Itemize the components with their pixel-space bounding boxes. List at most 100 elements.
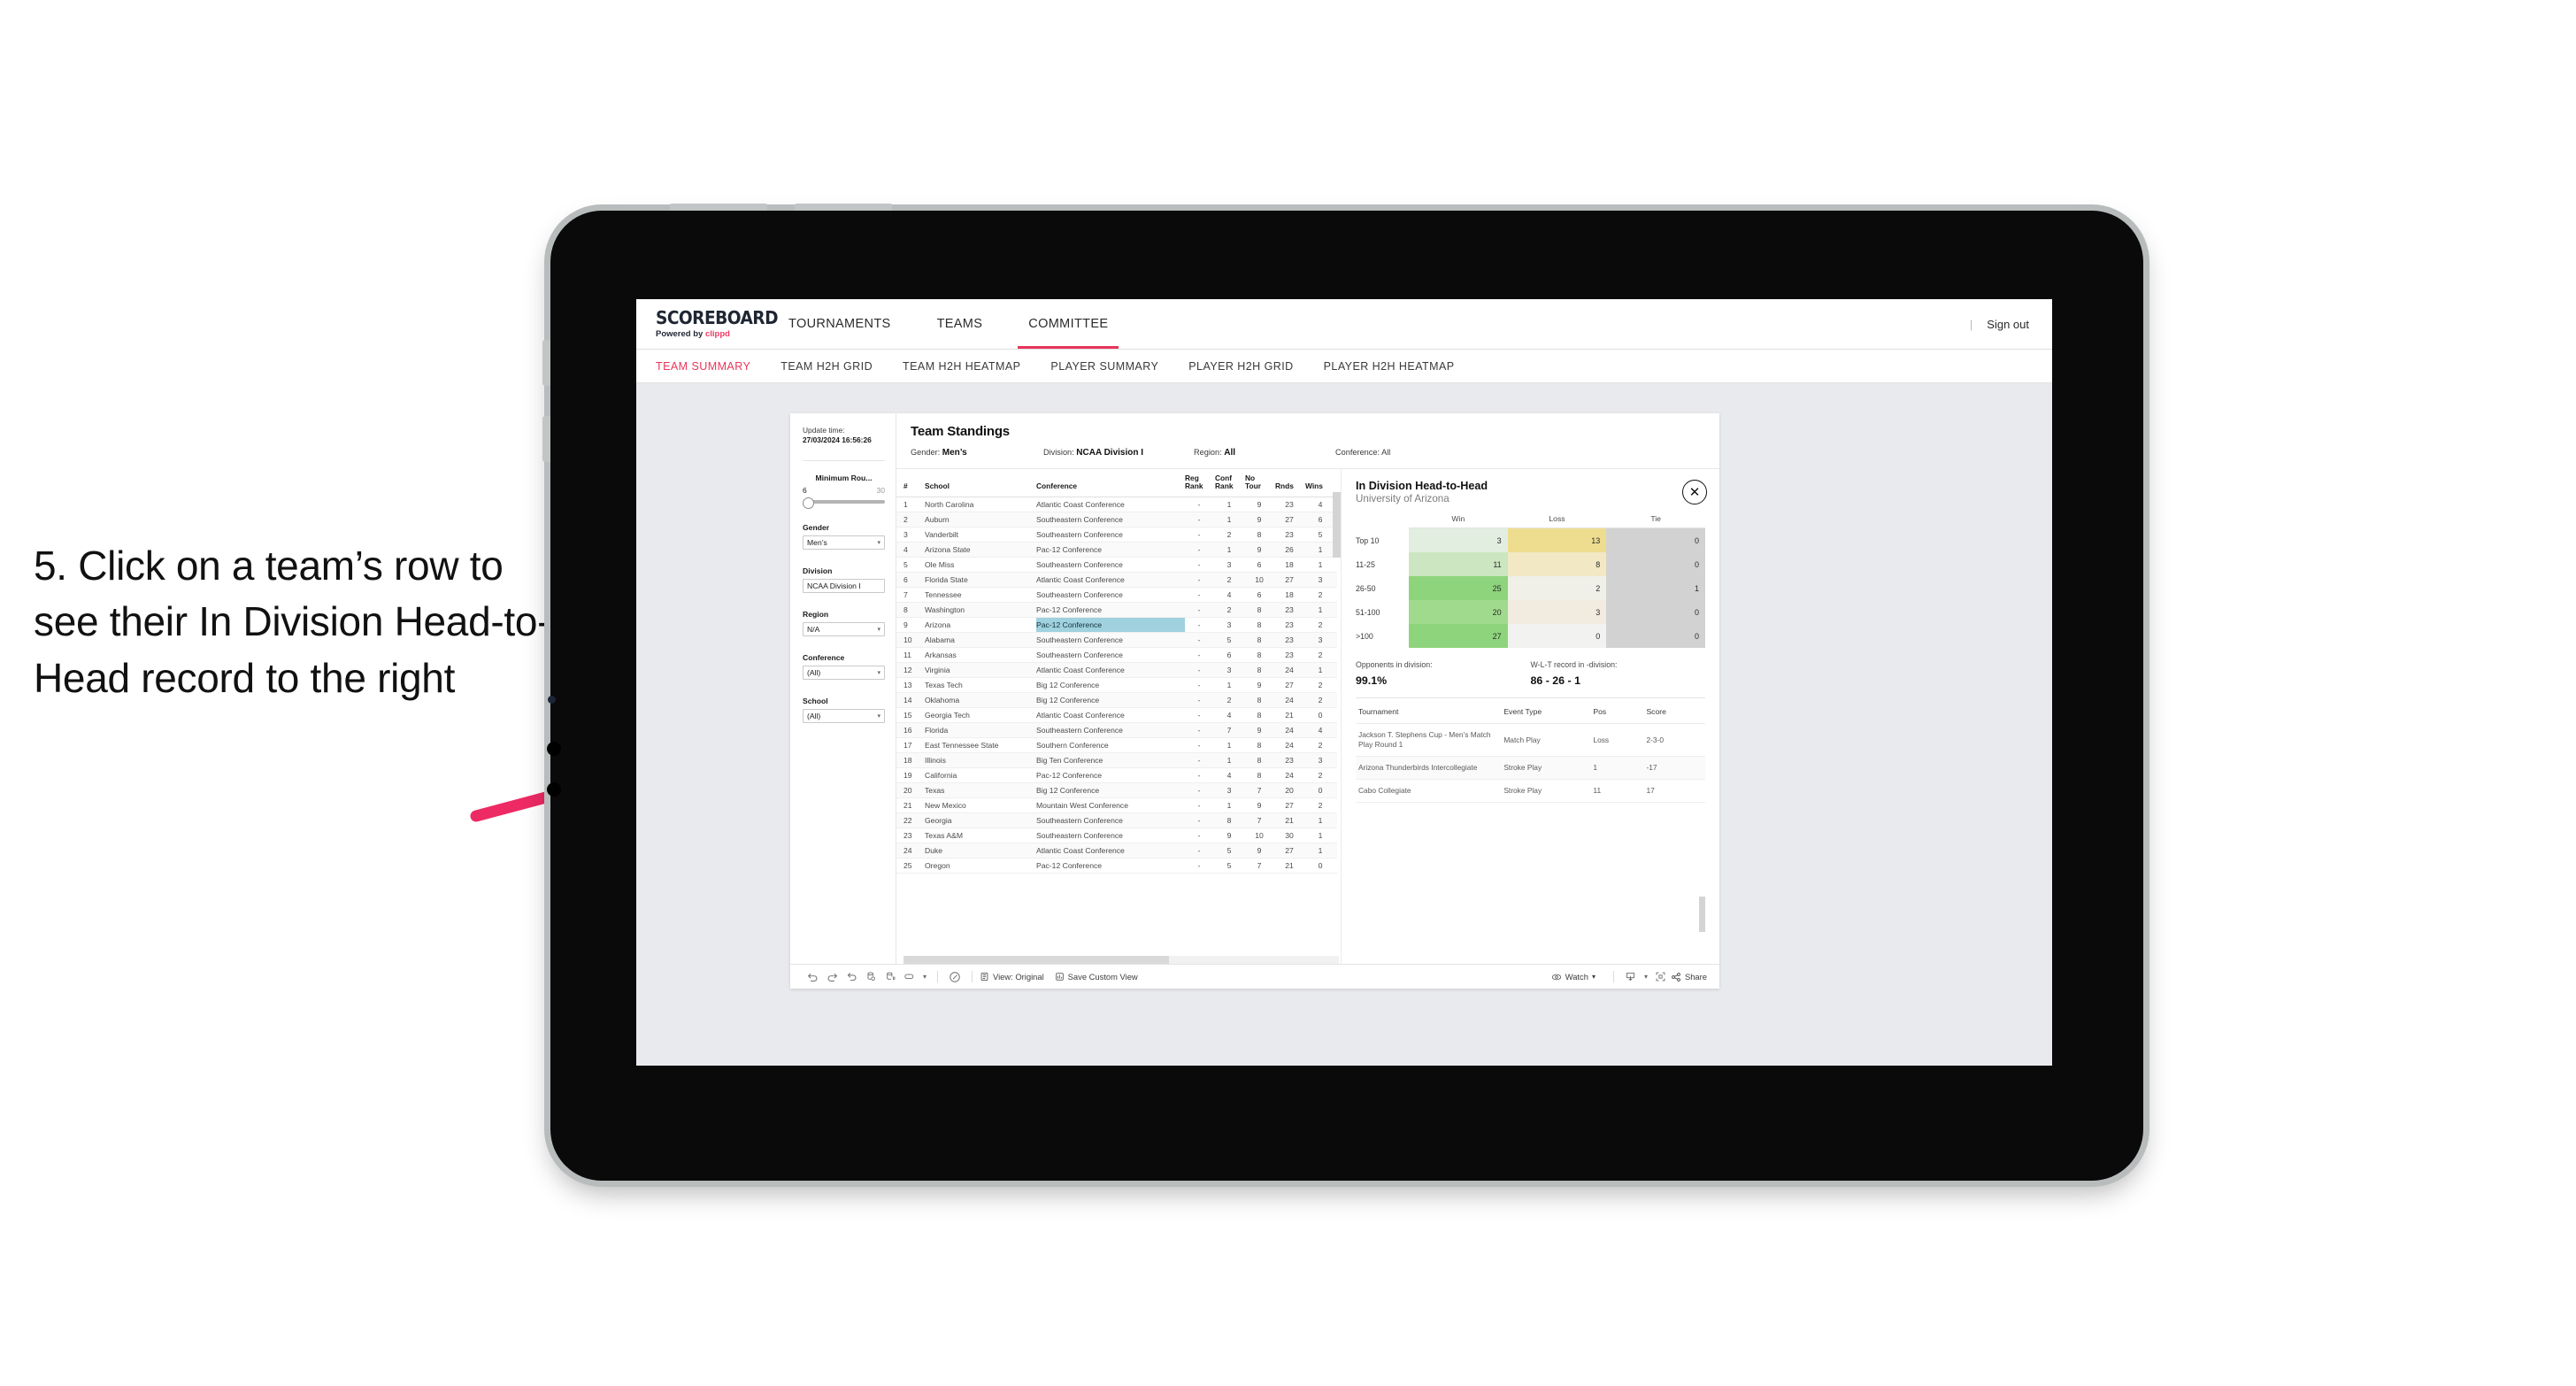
col-no-tour[interactable]: No Tour xyxy=(1245,469,1275,498)
table-row[interactable]: 2 Auburn Southeastern Conference -1 9 27 6 xyxy=(896,512,1337,528)
table-row[interactable]: 17 East Tennessee State Southern Conferenc… xyxy=(896,737,1337,754)
division-select[interactable]: NCAA Division I xyxy=(803,578,885,593)
table-row[interactable]: 25 Oregon Pac-12 Conference -5 7 21 0 xyxy=(896,858,1337,874)
table-row[interactable]: 11 Arkansas Southeastern Conference -6 8 23 2 xyxy=(896,647,1337,664)
nav-item-teams[interactable]: TEAMS xyxy=(914,299,1006,349)
tab-player-h2h-heatmap[interactable]: PLAYER H2H HEATMAP xyxy=(1324,360,1455,373)
table-row[interactable]: 4 Arizona State Pac-12 Conference -1 9 26 1 xyxy=(896,542,1337,558)
revert-icon[interactable] xyxy=(842,969,861,985)
table-row[interactable]: 20 Texas Big 12 Conference -3 7 20 0 xyxy=(896,782,1337,799)
reg-rank-cell: - xyxy=(1185,812,1215,829)
redo-icon[interactable] xyxy=(822,969,842,985)
device-preview-icon[interactable] xyxy=(900,969,919,985)
no-tour-cell: 6 xyxy=(1245,587,1275,604)
device-camera-1 xyxy=(547,742,561,756)
school-cell: Georgia xyxy=(925,812,1036,829)
refresh-data-icon[interactable] xyxy=(861,969,880,985)
tournament-row[interactable]: Jackson T. Stephens Cup - Men’s Match Pl… xyxy=(1356,723,1705,758)
school-cell: Florida xyxy=(925,722,1036,739)
school-select[interactable]: (All) ▾ xyxy=(803,708,885,723)
tab-team-summary[interactable]: TEAM SUMMARY xyxy=(656,360,750,373)
table-row[interactable]: 19 California Pac-12 Conference -4 8 24 2 xyxy=(896,767,1337,784)
table-row[interactable]: 15 Georgia Tech Atlantic Coast Conference -… xyxy=(896,707,1337,724)
table-row[interactable]: 21 New Mexico Mountain West Conference -1 9 2… xyxy=(896,797,1337,814)
rank-cell: 2 xyxy=(896,512,925,528)
chevron-down-icon[interactable]: ▾ xyxy=(919,969,930,985)
slider-handle[interactable] xyxy=(803,497,814,509)
horizontal-scrollbar-thumb[interactable] xyxy=(904,956,1169,964)
download-icon[interactable] xyxy=(1621,969,1641,985)
sign-out-link[interactable]: Sign out xyxy=(1987,318,2029,331)
close-icon[interactable]: ✕ xyxy=(1682,480,1707,504)
fullscreen-icon[interactable] xyxy=(1651,969,1671,985)
reg-rank-cell: - xyxy=(1185,677,1215,694)
table-row[interactable]: 14 Oklahoma Big 12 Conference -2 8 24 2 xyxy=(896,692,1337,709)
h2h-cell: 0 xyxy=(1507,624,1607,649)
reg-rank-cell: - xyxy=(1185,737,1215,754)
school-cell: Arizona State xyxy=(925,542,1036,558)
rnds-cell: 27 xyxy=(1275,797,1305,814)
col-conf-rank[interactable]: Conf Rank xyxy=(1215,469,1245,498)
conf-rank-cell: 1 xyxy=(1215,497,1245,513)
tab-player-h2h-grid[interactable]: PLAYER H2H GRID xyxy=(1188,360,1293,373)
conference-select[interactable]: (All) ▾ xyxy=(803,665,885,680)
share-button[interactable]: Share xyxy=(1671,972,1707,982)
brand-logo[interactable]: SCOREBOARD Powered by clippd xyxy=(636,299,779,349)
region-select[interactable]: N/A ▾ xyxy=(803,621,885,636)
watch-button[interactable]: Watch ▾ xyxy=(1551,972,1596,982)
vertical-scrollbar-thumb[interactable] xyxy=(1333,492,1341,558)
school-cell: East Tennessee State xyxy=(925,737,1036,754)
table-row[interactable]: 3 Vanderbilt Southeastern Conference -2 8 23 5 xyxy=(896,527,1337,543)
pause-data-icon[interactable] xyxy=(880,969,900,985)
wins-cell: 0 xyxy=(1305,707,1337,724)
update-time-value: 27/03/2024 16:56:26 xyxy=(803,435,872,445)
col-conference[interactable]: Conference xyxy=(1036,469,1185,498)
table-row[interactable]: 1 North Carolina Atlantic Coast Conference… xyxy=(896,497,1337,513)
tab-player-summary[interactable]: PLAYER SUMMARY xyxy=(1050,360,1158,373)
table-row[interactable]: 5 Ole Miss Southeastern Conference -3 6 18 1 xyxy=(896,557,1337,574)
chevron-down-icon[interactable]: ▾ xyxy=(1641,969,1651,985)
tournament-name-cell: Arizona Thunderbirds Intercollegiate xyxy=(1356,756,1502,781)
table-row[interactable]: 23 Texas A&M Southeastern Conference -9 10 30… xyxy=(896,828,1337,844)
minimum-rounds-slider[interactable] xyxy=(803,497,885,509)
save-custom-view-button[interactable]: Save Custom View xyxy=(1055,972,1138,982)
gender-select[interactable]: Men’s ▾ xyxy=(803,535,885,550)
tab-team-h2h-heatmap[interactable]: TEAM H2H HEATMAP xyxy=(903,360,1020,373)
undo-icon[interactable] xyxy=(803,969,822,985)
reg-rank-cell: - xyxy=(1185,527,1215,543)
no-tour-cell: 9 xyxy=(1245,512,1275,528)
reg-rank-cell: - xyxy=(1185,767,1215,784)
tournament-name-cell: Cabo Collegiate xyxy=(1356,779,1502,804)
reg-rank-cell: - xyxy=(1185,647,1215,664)
col-rank[interactable]: # xyxy=(896,469,925,498)
brand-tagline: Powered by clippd xyxy=(656,329,765,339)
table-row[interactable]: 6 Florida State Atlantic Coast Conference -… xyxy=(896,572,1337,589)
table-row[interactable]: 24 Duke Atlantic Coast Conference -5 9 27 1 xyxy=(896,843,1337,859)
table-row[interactable]: 10 Alabama Southeastern Conference -5 8 23 3 xyxy=(896,632,1337,649)
table-row[interactable]: 16 Florida Southeastern Conference -7 9 24 4 xyxy=(896,722,1337,739)
table-row[interactable]: 8 Washington Pac-12 Conference -2 8 23 1 xyxy=(896,602,1337,619)
tournaments-scrollbar-thumb[interactable] xyxy=(1699,897,1705,932)
col-school[interactable]: School xyxy=(925,469,1036,498)
tab-team-h2h-grid[interactable]: TEAM H2H GRID xyxy=(780,360,873,373)
nav-item-tournaments[interactable]: TOURNAMENTS xyxy=(765,299,914,349)
meta-division: Division: NCAA Division I xyxy=(1043,448,1194,458)
table-row[interactable]: 18 Illinois Big Ten Conference -1 8 23 3 xyxy=(896,752,1337,769)
h2h-stats: Opponents in division: 99.1% W-L-T recor… xyxy=(1356,660,1705,687)
col-rnds[interactable]: Rnds xyxy=(1275,469,1305,498)
pause-auto-update-icon[interactable] xyxy=(945,969,965,985)
rank-cell: 15 xyxy=(896,707,925,724)
table-row[interactable]: 7 Tennessee Southeastern Conference -4 6 18 2 xyxy=(896,587,1337,604)
nav-item-committee[interactable]: COMMITTEE xyxy=(1005,299,1131,349)
update-time-label: Update time: xyxy=(803,426,845,435)
table-row[interactable]: 12 Virginia Atlantic Coast Conference -3 8 24… xyxy=(896,662,1337,679)
table-row[interactable]: 22 Georgia Southeastern Conference -8 7 21 1 xyxy=(896,812,1337,829)
division-value: NCAA Division I xyxy=(807,581,861,590)
table-row[interactable]: 9 Arizona Pac-12 Conference -3 8 23 2 xyxy=(896,617,1337,634)
view-original-button[interactable]: View: Original xyxy=(980,972,1044,982)
tournament-row[interactable]: Arizona Thunderbirds Intercollegiate Stro… xyxy=(1356,756,1705,781)
col-reg-rank[interactable]: Reg Rank xyxy=(1185,469,1215,498)
tournament-row[interactable]: Cabo Collegiate Stroke Play 11 17 xyxy=(1356,779,1705,804)
rnds-cell: 18 xyxy=(1275,587,1305,604)
table-row[interactable]: 13 Texas Tech Big 12 Conference -1 9 27 2 xyxy=(896,677,1337,694)
